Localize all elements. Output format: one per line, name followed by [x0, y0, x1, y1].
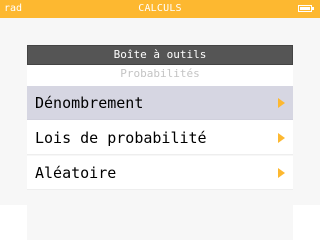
submenu-arrow-icon [278, 133, 285, 143]
app-title: CALCULS [138, 3, 182, 14]
status-bar: rad CALCULS [0, 0, 320, 18]
submenu-arrow-icon [278, 168, 285, 178]
menu-item-label: Aléatoire [35, 164, 117, 182]
section-label: Probabilités [120, 67, 200, 80]
menu-item-aleatoire[interactable]: Aléatoire [27, 156, 293, 190]
battery-terminal [312, 7, 314, 10]
battery-icon [298, 5, 312, 12]
battery-level [300, 7, 310, 10]
menu-item-denombrement[interactable]: Dénombrement [27, 86, 293, 120]
toolbox-panel: Boîte à outils Probabilités Dénombrement… [27, 45, 293, 240]
toolbox-title: Boîte à outils [27, 45, 293, 65]
submenu-arrow-icon [278, 98, 285, 108]
menu-item-label: Dénombrement [35, 94, 144, 112]
menu-item-lois-de-probabilite[interactable]: Lois de probabilité [27, 121, 293, 155]
menu-item-label: Lois de probabilité [35, 129, 207, 147]
